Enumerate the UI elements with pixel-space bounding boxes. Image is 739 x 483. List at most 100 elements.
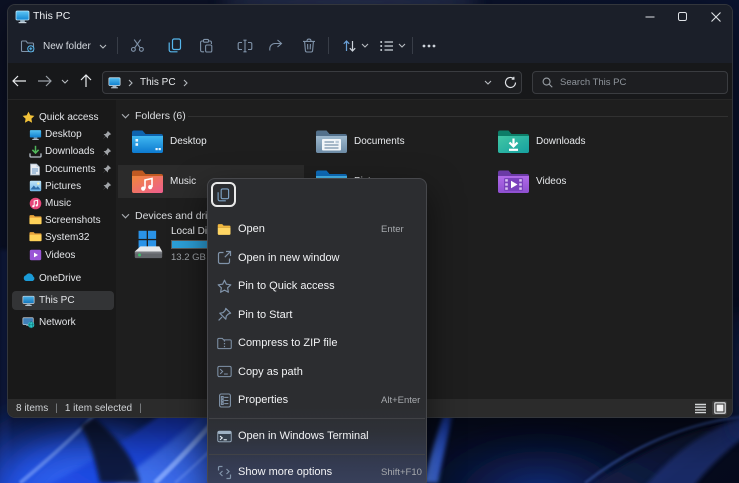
sidebar-item-documents[interactable]: Documents: [8, 161, 116, 178]
picture-icon: [29, 180, 42, 193]
menu-item-label: Open in new window: [238, 252, 340, 264]
menu-item-open-in-new-window[interactable]: Open in new window: [208, 244, 426, 273]
music-icon: [29, 197, 42, 210]
menu-item-label: Copy as path: [238, 366, 303, 378]
search-icon: [542, 77, 553, 88]
up-button[interactable]: [76, 71, 96, 91]
close-button[interactable]: [699, 5, 732, 28]
star-icon: [22, 111, 35, 124]
download-icon: [29, 145, 42, 158]
thispc-icon: [22, 294, 35, 307]
menu-item-show-more-options[interactable]: Show more optionsShift+F10: [208, 458, 426, 483]
sidebar-item-desktop[interactable]: Desktop: [8, 126, 116, 143]
sidebar-item-music[interactable]: Music: [8, 195, 116, 212]
desktop: { "window": { "title": "This PC", "contr…: [0, 0, 739, 483]
details-view-button[interactable]: [693, 401, 708, 415]
menu-item-label: Compress to ZIP file: [238, 337, 337, 349]
menu-item-compress-to-zip-file[interactable]: Compress to ZIP file: [208, 329, 426, 358]
sort-button[interactable]: [336, 35, 374, 56]
file-tile-label: Desktop: [170, 136, 207, 147]
showmore-icon: [217, 465, 232, 480]
menu-item-label: Pin to Quick access: [238, 280, 335, 292]
breadcrumb-this-pc[interactable]: This PC: [140, 77, 176, 88]
paste-button[interactable]: [195, 35, 217, 56]
newwindow-icon: [217, 250, 232, 265]
menu-separator: [209, 418, 425, 419]
address-bar-row: This PC Search This PC: [8, 63, 732, 100]
sidebar-item-label: Quick access: [39, 112, 98, 123]
menu-item-copy-as-path[interactable]: Copy as path: [208, 358, 426, 387]
tile-documents-icon: [315, 128, 348, 155]
sidebar-item-network[interactable]: Network: [8, 312, 116, 334]
sidebar-item-onedrive[interactable]: OneDrive: [8, 268, 116, 290]
sidebar-item-system32[interactable]: System32: [8, 229, 116, 246]
status-item-count: 8 items: [16, 403, 48, 414]
maximize-button[interactable]: [666, 5, 699, 28]
file-tile-label: Music: [170, 176, 196, 187]
rename-button[interactable]: [234, 35, 256, 56]
pin-icon: [102, 164, 112, 174]
status-selection: 1 item selected: [65, 403, 132, 414]
share-button[interactable]: [264, 35, 286, 56]
breadcrumb-chevron-icon[interactable]: [183, 79, 188, 87]
new-folder-button[interactable]: New folder: [20, 35, 107, 57]
menu-item-pin-to-start[interactable]: Pin to Start: [208, 301, 426, 330]
large-icons-view-button[interactable]: [712, 401, 727, 415]
status-divider: |: [139, 403, 142, 414]
minimize-button[interactable]: [633, 5, 666, 28]
sidebar-item-videos[interactable]: Videos: [8, 247, 116, 264]
sidebar-item-quick-access[interactable]: Quick access: [8, 109, 116, 126]
file-tile-label: Videos: [536, 176, 566, 187]
context-menu-quick-actions: [211, 182, 236, 212]
breadcrumb-chevron-icon: [128, 79, 133, 87]
file-tile-downloads[interactable]: Downloads: [484, 125, 670, 158]
menu-item-properties[interactable]: PropertiesAlt+Enter: [208, 386, 426, 415]
back-button[interactable]: [9, 71, 29, 91]
sidebar-item-screenshots[interactable]: Screenshots: [8, 212, 116, 229]
see-more-button[interactable]: [418, 35, 440, 56]
menu-item-shortcut: Enter: [381, 224, 404, 235]
sidebar-item-pictures[interactable]: Pictures: [8, 178, 116, 195]
desktop-icon: [29, 128, 42, 141]
onedrive-icon: [22, 272, 35, 285]
group-header-rule: [188, 116, 728, 117]
file-tile-videos[interactable]: Videos: [484, 165, 670, 198]
sidebar-item-label: OneDrive: [39, 273, 81, 284]
file-tile-documents[interactable]: Documents: [302, 125, 488, 158]
forward-button[interactable]: [35, 71, 55, 91]
refresh-button[interactable]: [504, 76, 517, 89]
network-icon: [22, 316, 35, 329]
menu-item-open-in-windows-terminal[interactable]: Open in Windows Terminal: [208, 422, 426, 451]
sidebar-item-downloads[interactable]: Downloads: [8, 143, 116, 160]
view-button[interactable]: [373, 35, 411, 56]
pin-icon: [102, 147, 112, 157]
tile-downloads-icon: [497, 128, 530, 155]
file-tile-desktop[interactable]: Desktop: [118, 125, 304, 158]
address-dropdown-chevron[interactable]: [484, 80, 492, 85]
sidebar-item-label: Screenshots: [45, 215, 101, 226]
copy-button[interactable]: [164, 35, 186, 56]
copypath-icon: [217, 364, 232, 379]
status-divider: |: [55, 403, 58, 414]
delete-button[interactable]: [298, 35, 320, 56]
new-folder-label: New folder: [43, 41, 91, 52]
hard-drive-icon: [131, 227, 165, 261]
sidebar-item-label: Pictures: [45, 181, 81, 192]
menu-item-open[interactable]: OpenEnter: [208, 215, 426, 244]
sidebar-item-label: This PC: [39, 295, 75, 306]
tile-videos-icon: [497, 168, 530, 195]
folders-group-header[interactable]: Folders (6): [121, 108, 186, 124]
recent-locations-chevron[interactable]: [55, 71, 75, 91]
chevron-down-icon: [99, 44, 107, 49]
quick-action-copy-button[interactable]: [211, 182, 236, 207]
sidebar-item-this-pc[interactable]: This PC: [8, 290, 116, 312]
window-title: This PC: [33, 5, 70, 28]
cut-button[interactable]: [127, 35, 149, 56]
tile-desktop-icon: [131, 128, 164, 155]
address-bar[interactable]: This PC: [102, 71, 522, 94]
folder-icon: [29, 231, 42, 244]
sidebar-item-label: Network: [39, 317, 76, 328]
menu-item-pin-to-quick-access[interactable]: Pin to Quick access: [208, 272, 426, 301]
search-box[interactable]: Search This PC: [532, 71, 728, 94]
breadcrumb-this-pc-icon: [108, 76, 121, 89]
